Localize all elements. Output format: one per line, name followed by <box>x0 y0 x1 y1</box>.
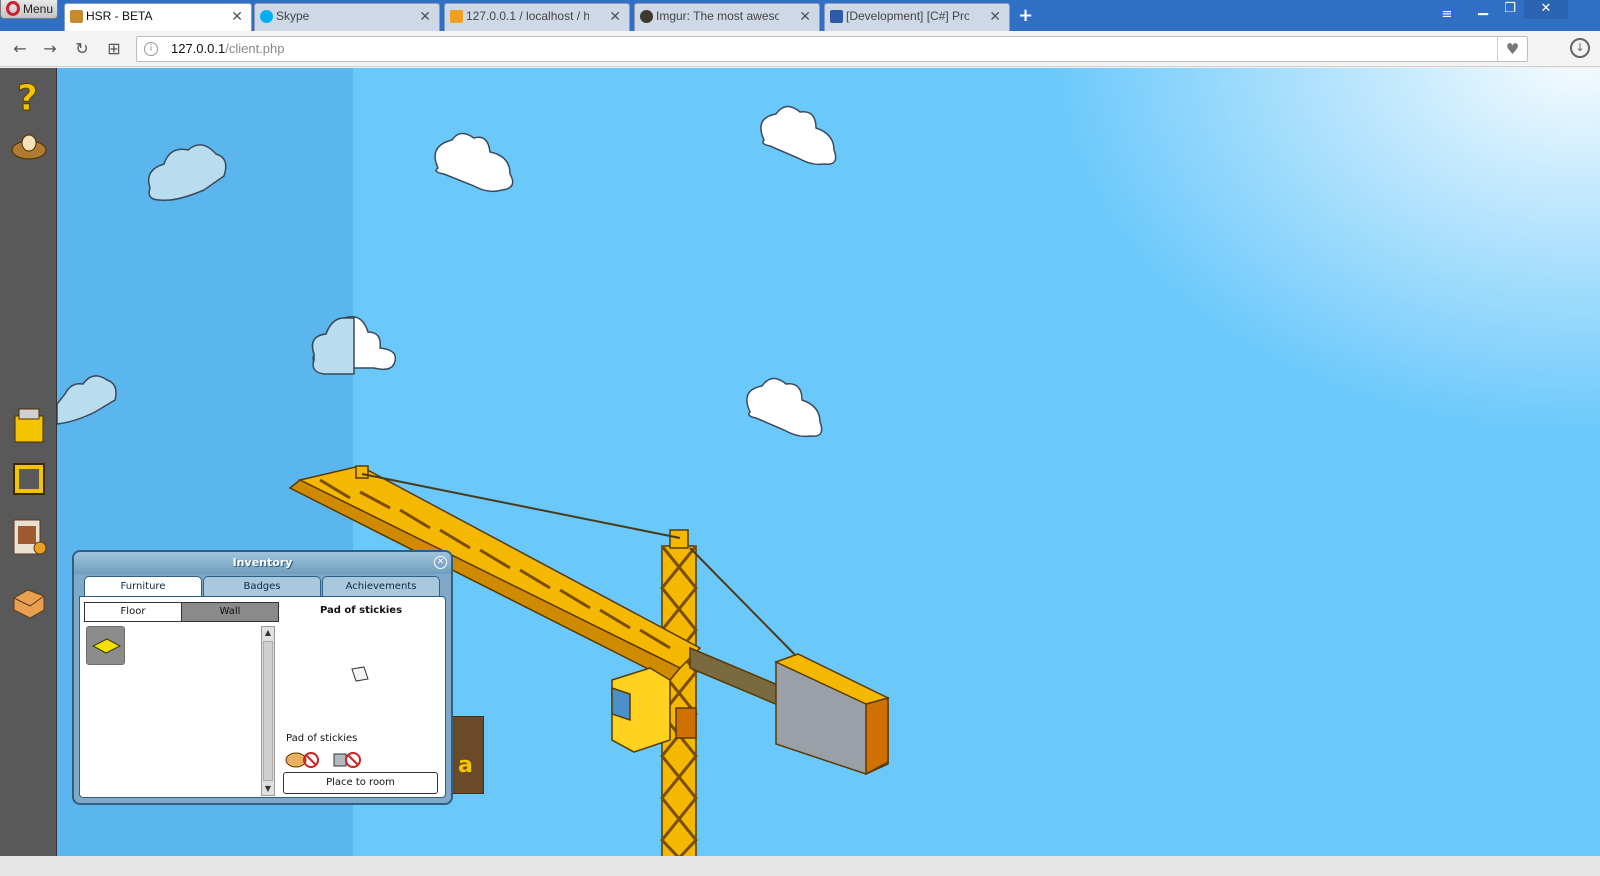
tab-hsr-beta[interactable]: HSR - BETA ✕ <box>64 3 252 31</box>
sticky-pad-preview-icon <box>351 666 369 682</box>
download-icon[interactable]: ↓ <box>1570 38 1590 58</box>
inventory-window: Inventory ✕ Furniture Badges Achievement… <box>72 550 453 805</box>
tab-title: 127.0.0.1 / localhost / hr_v3 <box>466 9 589 23</box>
address-path: /client.php <box>225 41 285 56</box>
restore-icon[interactable]: ❐ <box>1497 0 1523 19</box>
svg-text:a: a <box>458 753 473 778</box>
tab-menu-icon[interactable]: ≡ <box>1436 6 1458 25</box>
inventory-body: Floor Wall ▲ ▼ Pad of stickies Pad of st… <box>79 596 446 798</box>
frame-icon[interactable] <box>10 460 48 498</box>
status-strip <box>0 856 1600 876</box>
item-detail-title: Pad of stickies <box>319 605 403 616</box>
close-tab-icon[interactable]: ✕ <box>799 4 811 29</box>
tab-development[interactable]: [Development] [C#] Project I ✕ <box>824 3 1010 31</box>
phpmyadmin-icon <box>450 10 463 23</box>
not-tradeable-icon <box>285 752 319 768</box>
browser-tab-bar: Menu HSR - BETA ✕ Skype ✕ 127.0.0.1 / lo… <box>0 0 1600 31</box>
not-marketable-icon <box>333 752 361 768</box>
tab-title: HSR - BETA <box>86 9 153 23</box>
scroll-down-icon[interactable]: ▼ <box>262 783 274 795</box>
close-tab-icon[interactable]: ✕ <box>609 4 621 29</box>
minimize-icon[interactable]: ▁ <box>1470 0 1496 19</box>
address-bar[interactable]: i 127.0.0.1/client.php ♥ <box>136 36 1528 62</box>
sticky-pad-icon <box>91 638 122 654</box>
item-detail-name: Pad of stickies <box>286 733 358 744</box>
speed-dial-grid-icon[interactable]: ⊞ <box>104 39 124 59</box>
tab-furniture[interactable]: Furniture <box>84 576 202 597</box>
inventory-title[interactable]: Inventory <box>74 552 451 574</box>
subtab-floor[interactable]: Floor <box>84 602 182 622</box>
hotel-icon[interactable] <box>10 406 48 444</box>
forward-arrow-icon[interactable]: → <box>40 39 60 59</box>
cube-icon <box>70 10 83 23</box>
rz-icon <box>830 10 843 23</box>
address-text: 127.0.0.1/client.php <box>171 41 284 56</box>
scroll-up-icon[interactable]: ▲ <box>262 627 274 639</box>
menu-label: Menu <box>23 2 54 16</box>
site-info-icon[interactable]: i <box>144 42 158 56</box>
close-tab-icon[interactable]: ✕ <box>419 4 431 29</box>
address-host: 127.0.0.1 <box>171 41 226 56</box>
game-toolbar: ? <box>0 68 57 876</box>
reload-icon[interactable]: ↻ <box>72 39 92 59</box>
tab-title: Skype <box>276 9 310 23</box>
close-tab-icon[interactable]: ✕ <box>231 4 243 29</box>
tab-imgur[interactable]: Imgur: The most awesome im ✕ <box>634 3 820 31</box>
tab-title: Imgur: The most awesome im <box>656 9 779 23</box>
game-client-area[interactable]: a ? Inventory ✕ Furniture Badges Achieve… <box>0 68 1600 876</box>
back-arrow-icon[interactable]: ← <box>10 39 30 59</box>
skype-icon <box>260 10 273 23</box>
close-window-icon[interactable]: ✕ <box>1524 0 1568 19</box>
subtab-wall[interactable]: Wall <box>181 602 279 622</box>
crate-furni: a <box>448 716 484 794</box>
item-tile-pad-of-stickies[interactable] <box>86 626 125 665</box>
opera-logo-icon <box>6 1 20 16</box>
inventory-icon[interactable] <box>10 582 48 620</box>
tab-badges[interactable]: Badges <box>203 576 321 597</box>
svg-text:?: ? <box>17 78 38 114</box>
catalog-icon[interactable] <box>10 518 48 556</box>
tab-achievements[interactable]: Achievements <box>322 576 440 597</box>
new-tab-button[interactable]: + <box>1018 5 1033 26</box>
tab-title: [Development] [C#] Project I <box>846 9 969 23</box>
imgur-icon <box>640 10 653 23</box>
item-list-scrollbar[interactable]: ▲ ▼ <box>261 626 275 796</box>
close-tab-icon[interactable]: ✕ <box>989 4 1001 29</box>
bookmark-heart-icon[interactable]: ♥ <box>1497 37 1527 61</box>
close-icon[interactable]: ✕ <box>434 556 447 569</box>
tab-skype[interactable]: Skype ✕ <box>254 3 440 31</box>
scroll-thumb[interactable] <box>263 641 273 781</box>
help-icon[interactable]: ? <box>10 76 48 115</box>
browser-nav-bar: ← → ↻ ⊞ i 127.0.0.1/client.php ♥ ↓ <box>0 31 1600 67</box>
place-to-room-button[interactable]: Place to room <box>283 772 438 794</box>
opera-menu-button[interactable]: Menu <box>0 0 58 19</box>
tab-phpmyadmin[interactable]: 127.0.0.1 / localhost / hr_v3 ✕ <box>444 3 630 31</box>
nest-icon[interactable] <box>10 126 48 164</box>
